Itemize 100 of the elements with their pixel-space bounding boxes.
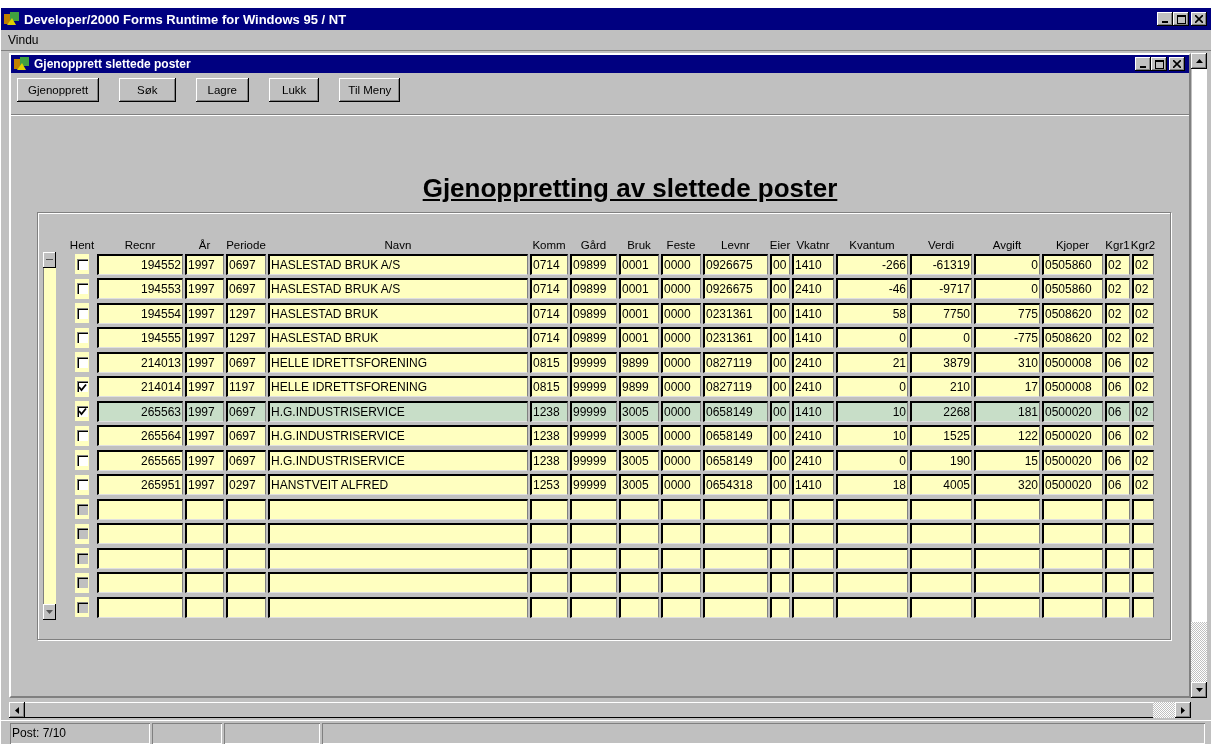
checkbox[interactable] (76, 332, 88, 344)
table-cell[interactable]: 02 (1132, 302, 1154, 324)
table-cell[interactable]: 3879 (910, 351, 972, 373)
table-cell[interactable]: 0000 (661, 376, 701, 398)
table-cell[interactable]: 99999 (570, 376, 617, 398)
table-cell[interactable]: 0000 (661, 474, 701, 496)
table-cell[interactable]: 0697 (226, 351, 266, 373)
table-cell[interactable]: 9899 (619, 376, 659, 398)
table-cell[interactable]: 17 (974, 376, 1040, 398)
table-cell[interactable]: HELLE IDRETTSFORENING (268, 376, 528, 398)
table-cell[interactable]: HASLESTAD BRUK A/S (268, 253, 528, 275)
table-cell[interactable]: 1238 (530, 425, 568, 447)
table-cell[interactable]: HASLESTAD BRUK (268, 302, 528, 324)
table-cell[interactable]: 0500020 (1042, 474, 1103, 496)
table-cell[interactable]: 09899 (570, 302, 617, 324)
table-cell[interactable]: 02 (1105, 327, 1130, 349)
table-cell[interactable]: 0926675 (703, 278, 768, 300)
scroll-left-button[interactable] (9, 702, 25, 718)
table-cell[interactable]: 02 (1132, 253, 1154, 275)
table-cell[interactable]: 0001 (619, 278, 659, 300)
toolbar-button[interactable]: Til Meny (339, 78, 401, 102)
table-cell[interactable]: 0500020 (1042, 425, 1103, 447)
table-cell[interactable]: 0815 (530, 351, 568, 373)
table-cell[interactable]: 1297 (226, 327, 266, 349)
table-cell[interactable]: H.G.INDUSTRISERVICE (268, 425, 528, 447)
table-cell[interactable]: 02 (1132, 449, 1154, 471)
table-cell[interactable]: 3005 (619, 400, 659, 422)
table-cell[interactable]: 1197 (226, 376, 266, 398)
table-cell[interactable]: 0658149 (703, 425, 768, 447)
table-cell[interactable]: 0827119 (703, 351, 768, 373)
table-cell[interactable]: 02 (1132, 351, 1154, 373)
minimize-button[interactable] (1157, 12, 1173, 26)
table-cell[interactable]: 0926675 (703, 253, 768, 275)
checkbox[interactable] (76, 356, 88, 368)
table-cell[interactable]: 0000 (661, 327, 701, 349)
toolbar-button[interactable]: Søk (119, 78, 176, 102)
table-cell[interactable]: 2268 (910, 400, 972, 422)
scroll-thumb[interactable] (1191, 622, 1207, 682)
close-button[interactable] (1169, 57, 1185, 71)
table-cell[interactable]: 194552 (97, 253, 183, 275)
table-cell[interactable]: 10 (836, 400, 908, 422)
table-cell[interactable]: 1410 (792, 474, 834, 496)
menu-item[interactable]: Vindu (5, 33, 42, 47)
table-cell[interactable]: 0000 (661, 278, 701, 300)
table-cell[interactable]: 0500008 (1042, 351, 1103, 373)
table-cell[interactable]: 310 (974, 351, 1040, 373)
table-cell[interactable]: 0658149 (703, 449, 768, 471)
table-cell[interactable]: 0000 (661, 302, 701, 324)
table-cell[interactable]: 2410 (792, 376, 834, 398)
table-cell[interactable]: 214014 (97, 376, 183, 398)
table-cell[interactable]: -9717 (910, 278, 972, 300)
table-cell[interactable]: 09899 (570, 327, 617, 349)
table-cell[interactable]: -46 (836, 278, 908, 300)
table-cell[interactable]: 1525 (910, 425, 972, 447)
table-cell[interactable]: 02 (1132, 425, 1154, 447)
table-cell[interactable]: 1997 (185, 425, 224, 447)
table-cell[interactable]: 02 (1132, 400, 1154, 422)
table-cell[interactable]: 0500008 (1042, 376, 1103, 398)
table-cell[interactable]: H.G.INDUSTRISERVICE (268, 449, 528, 471)
table-cell[interactable]: 0000 (661, 425, 701, 447)
table-cell[interactable]: 1238 (530, 449, 568, 471)
minimize-button[interactable] (1135, 57, 1151, 71)
table-cell[interactable]: 320 (974, 474, 1040, 496)
table-cell[interactable]: 58 (836, 302, 908, 324)
table-cell[interactable]: 0297 (226, 474, 266, 496)
table-cell[interactable]: 3005 (619, 449, 659, 471)
table-cell[interactable]: 194555 (97, 327, 183, 349)
table-cell[interactable]: 1410 (792, 400, 834, 422)
table-cell[interactable]: 0697 (226, 425, 266, 447)
table-cell[interactable]: 0714 (530, 278, 568, 300)
scroll-up-button[interactable] (43, 252, 56, 268)
table-cell[interactable]: 00 (770, 302, 790, 324)
table-cell[interactable]: 775 (974, 302, 1040, 324)
table-cell[interactable]: 1997 (185, 376, 224, 398)
table-cell[interactable]: 02 (1132, 327, 1154, 349)
table-cell[interactable]: 1297 (226, 302, 266, 324)
table-cell[interactable]: 0654318 (703, 474, 768, 496)
table-cell[interactable]: 0508620 (1042, 327, 1103, 349)
table-cell[interactable]: 194553 (97, 278, 183, 300)
table-cell[interactable]: 0000 (661, 253, 701, 275)
maximize-button[interactable] (1173, 12, 1189, 26)
scroll-thumb[interactable] (1153, 702, 1175, 718)
table-cell[interactable]: 0000 (661, 400, 701, 422)
table-cell[interactable]: 0 (974, 253, 1040, 275)
table-cell[interactable]: 1997 (185, 474, 224, 496)
table-cell[interactable]: 02 (1132, 278, 1154, 300)
table-cell[interactable]: 02 (1132, 474, 1154, 496)
toolbar-button[interactable]: Gjenopprett (17, 78, 100, 102)
checkbox[interactable] (76, 283, 88, 295)
table-cell[interactable]: 194554 (97, 302, 183, 324)
table-cell[interactable]: 21 (836, 351, 908, 373)
table-cell[interactable]: 02 (1105, 253, 1130, 275)
table-cell[interactable]: 210 (910, 376, 972, 398)
table-cell[interactable]: 02 (1105, 278, 1130, 300)
table-cell[interactable]: 00 (770, 351, 790, 373)
table-cell[interactable]: 06 (1105, 449, 1130, 471)
table-cell[interactable]: 09899 (570, 278, 617, 300)
table-cell[interactable]: 0697 (226, 449, 266, 471)
table-cell[interactable]: 06 (1105, 376, 1130, 398)
table-cell[interactable]: 7750 (910, 302, 972, 324)
